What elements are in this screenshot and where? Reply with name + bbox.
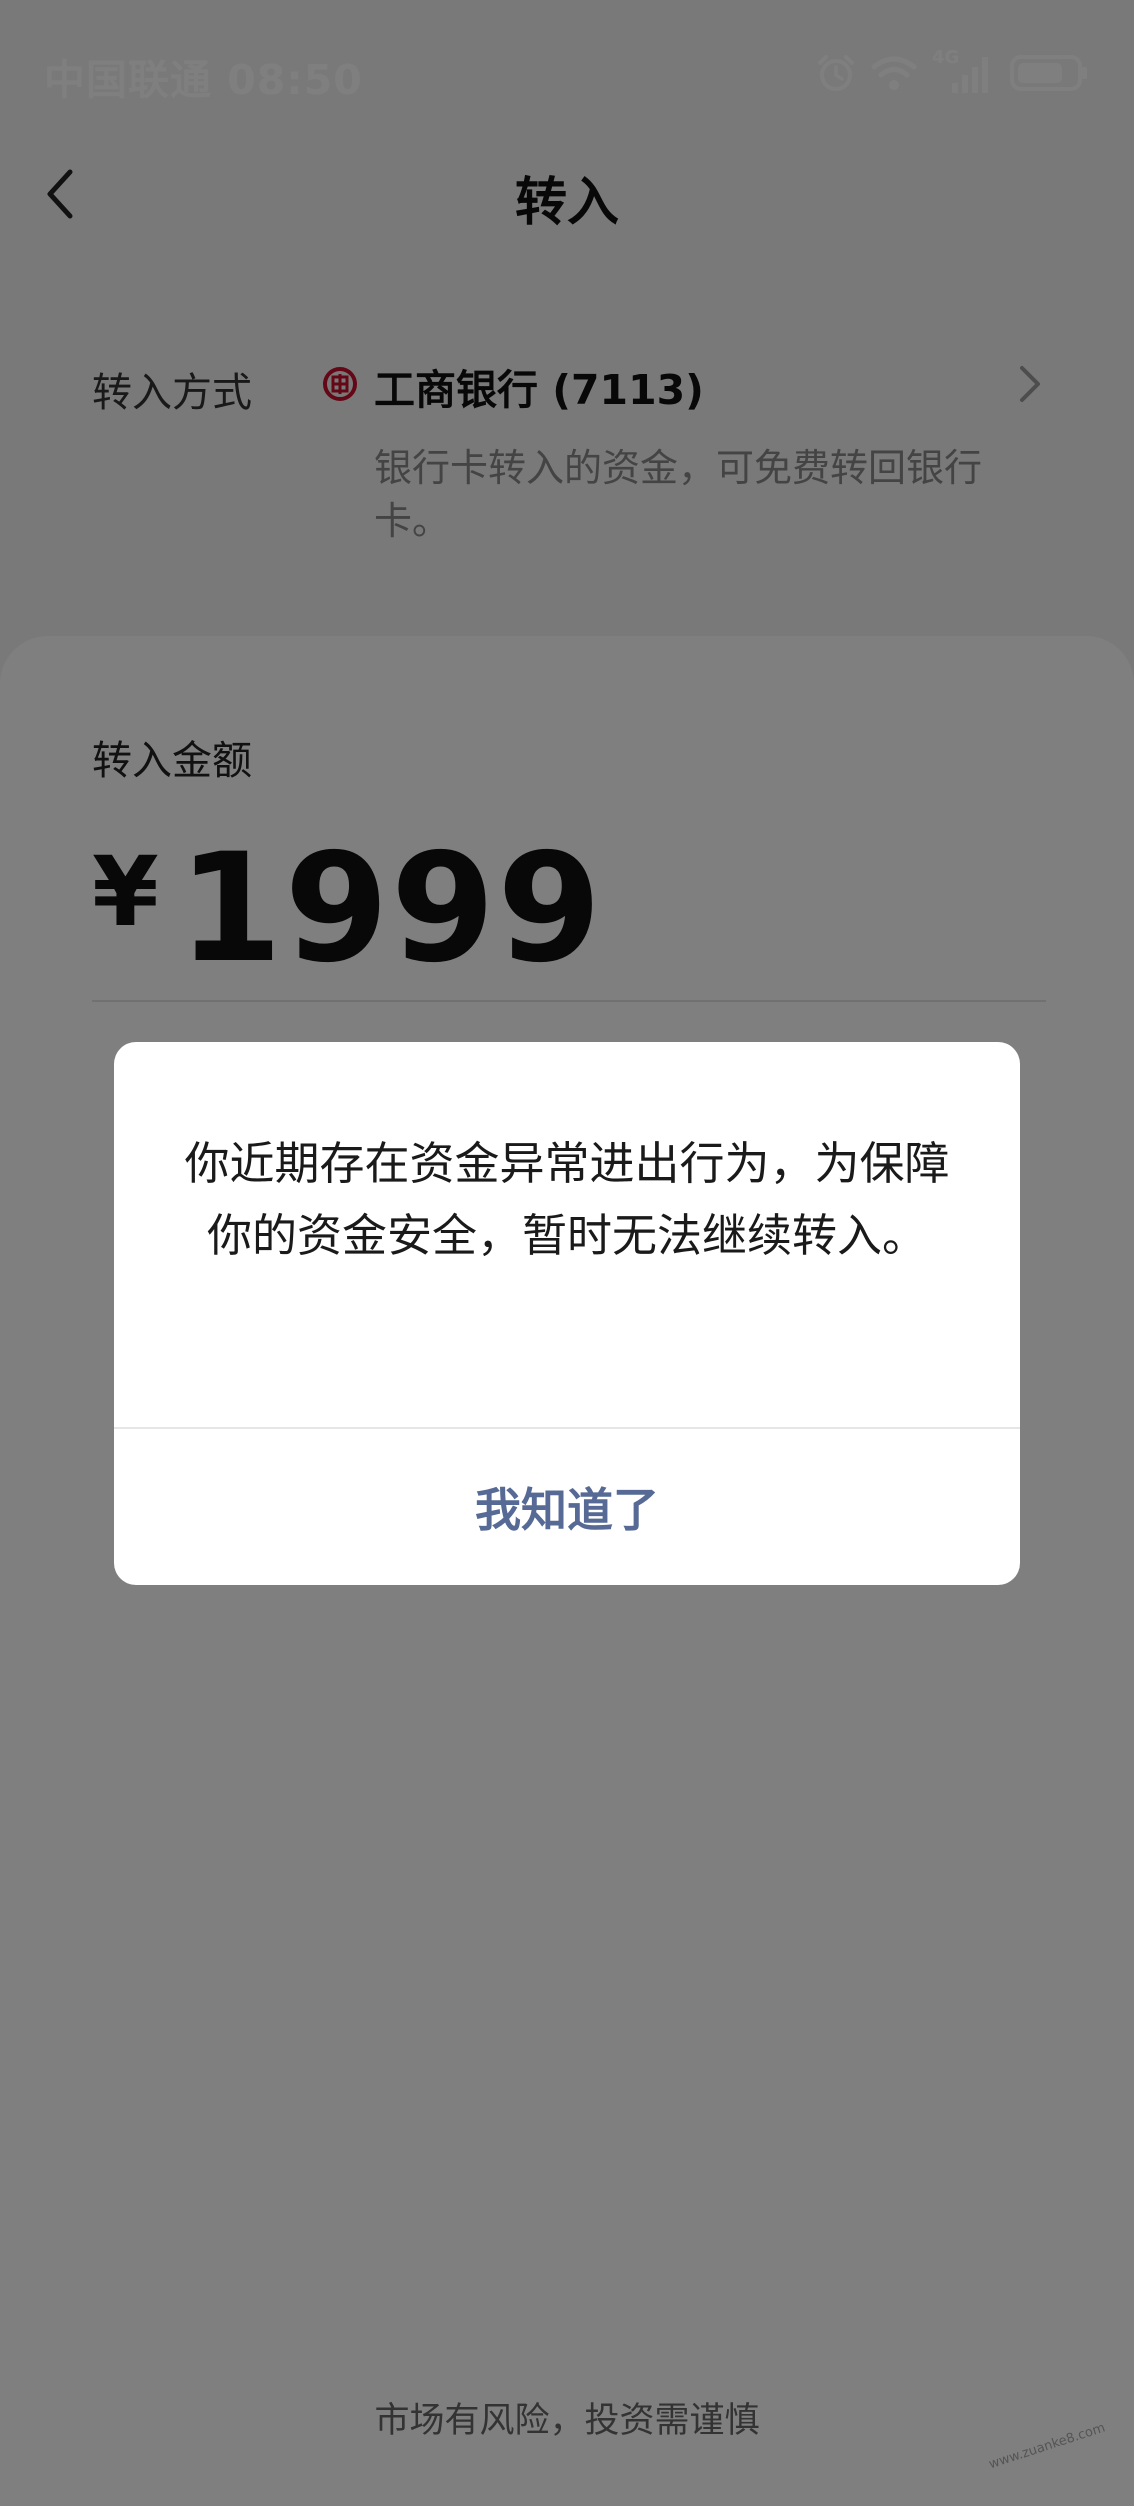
alert-dialog: 你近期存在资金异常进出行为，为保障你的资金安全，暂时无法继续转入。 我知道了 bbox=[114, 1042, 1020, 1585]
dialog-message: 你近期存在资金异常进出行为，为保障你的资金安全，暂时无法继续转入。 bbox=[184, 1137, 950, 1262]
dialog-confirm-button[interactable]: 我知道了 bbox=[114, 1429, 1020, 1585]
